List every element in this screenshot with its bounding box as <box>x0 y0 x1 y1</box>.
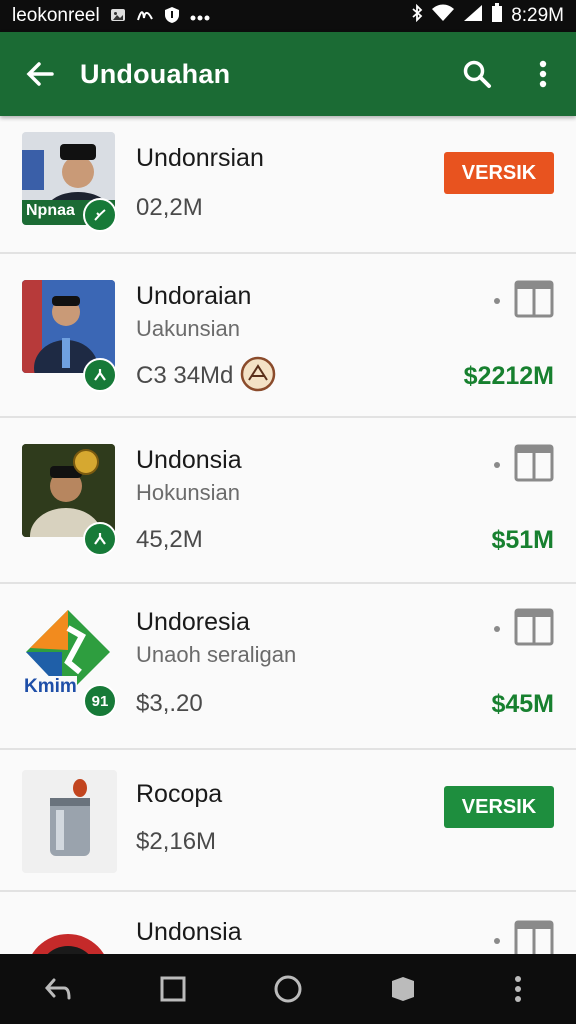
nav-recents-button[interactable] <box>143 959 203 1019</box>
item-subtitle: Unaoh seraligan <box>136 642 297 667</box>
item-meta: C3 34Md <box>136 362 234 389</box>
more-dot-icon <box>494 462 500 468</box>
item-meta: 02,2M <box>136 194 203 221</box>
search-button[interactable] <box>444 32 510 116</box>
verified-badge-icon <box>83 198 117 232</box>
item-title: Undoraian <box>136 282 252 310</box>
list-item[interactable]: Rocopa $2,16M VERSIK <box>0 750 576 892</box>
home-icon <box>274 975 302 1003</box>
wifi-icon <box>431 4 455 28</box>
versik-button[interactable]: VERSIK <box>444 152 554 194</box>
list-item[interactable]: Undonsia <box>0 892 576 954</box>
overflow-menu-button[interactable] <box>510 32 576 116</box>
status-bar: leokonreel 8:29M <box>0 0 576 32</box>
more-vert-icon <box>515 976 522 1002</box>
calendar-icon[interactable] <box>514 920 554 954</box>
item-title: Undonsia <box>136 446 242 474</box>
rating-emblem-icon <box>240 356 276 397</box>
thumbnail-label: Npnaa <box>26 202 75 219</box>
more-dot-icon <box>494 938 500 944</box>
item-price: $45M <box>491 690 554 718</box>
overflow-menu-icon <box>539 60 547 88</box>
calendar-icon[interactable] <box>514 444 554 482</box>
assistant-icon <box>392 977 415 1001</box>
item-meta: $3,.20 <box>136 690 203 717</box>
shield-icon <box>164 6 180 27</box>
item-subtitle: Uakunsian <box>136 316 240 341</box>
number-badge: 91 <box>83 684 117 718</box>
status-left-text: leokonreel <box>12 5 100 26</box>
page-title: Undouahan <box>80 58 231 89</box>
search-icon <box>463 60 491 88</box>
item-title: Undonsia <box>136 918 242 946</box>
system-nav-bar <box>0 954 576 1024</box>
thumbnail-label: Kmim <box>24 676 77 698</box>
more-dot-icon <box>494 626 500 632</box>
results-list: Npnaa Undonrsian 02,2M VERSIK Undoraian … <box>0 116 576 954</box>
signal-icon <box>463 4 483 28</box>
back-arrow-icon <box>26 62 54 86</box>
versik-button[interactable]: VERSIK <box>444 786 554 828</box>
list-item[interactable]: Undoraian Uakunsian C3 34Md $2212M <box>0 254 576 418</box>
calendar-icon[interactable] <box>514 280 554 318</box>
app-bar: Undouahan <box>0 32 576 116</box>
verified-badge-icon <box>83 522 117 556</box>
battery-icon <box>491 3 503 29</box>
back-nav-icon <box>44 978 71 1000</box>
back-button[interactable] <box>0 32 80 116</box>
verified-badge-icon <box>83 358 117 392</box>
nav-more-button[interactable] <box>488 959 548 1019</box>
more-dot-icon <box>494 298 500 304</box>
item-thumbnail <box>22 770 117 873</box>
status-time: 8:29M <box>511 5 564 26</box>
recents-icon <box>160 976 186 1002</box>
item-title: Rocopa <box>136 780 223 808</box>
handwriting-icon <box>136 7 154 26</box>
item-meta: 45,2M <box>136 526 203 553</box>
item-title: Undoresia <box>136 608 250 636</box>
item-meta: $2,16M <box>136 828 217 855</box>
more-dots-icon <box>190 8 210 25</box>
item-title: Undonrsian <box>136 144 264 172</box>
item-subtitle: Hokunsian <box>136 480 240 505</box>
list-item[interactable]: Undonsia Hokunsian 45,2M $51M <box>0 418 576 584</box>
item-thumbnail <box>22 916 115 954</box>
item-price: $51M <box>491 526 554 554</box>
nav-assistant-button[interactable] <box>373 959 433 1019</box>
list-item[interactable]: Npnaa Undonrsian 02,2M VERSIK <box>0 116 576 254</box>
bluetooth-icon <box>411 3 423 28</box>
list-item[interactable]: Kmim 91 Undoresia Unaoh seraligan $3,.20… <box>0 584 576 750</box>
nav-home-button[interactable] <box>258 959 318 1019</box>
calendar-icon[interactable] <box>514 608 554 646</box>
image-icon <box>110 7 126 26</box>
item-price: $2212M <box>463 362 554 390</box>
nav-back-button[interactable] <box>28 959 88 1019</box>
